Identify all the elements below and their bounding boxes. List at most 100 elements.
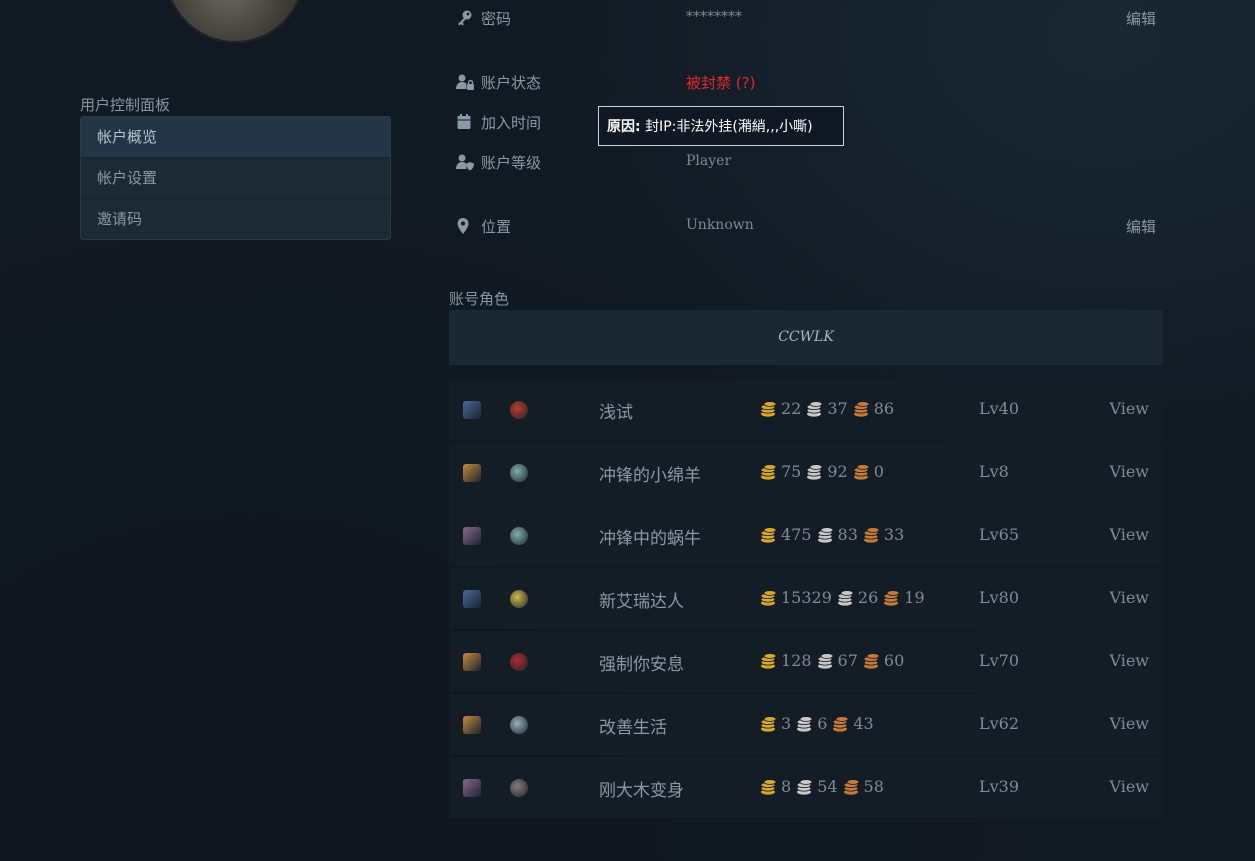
copper-coin-icon — [863, 652, 880, 669]
character-row: 新艾瑞达人 15329 26 19 Lv80 View — [449, 568, 1163, 629]
gold-coin-icon — [760, 778, 777, 795]
view-character-link[interactable]: View — [1109, 588, 1149, 607]
silver-amount: 26 — [857, 588, 879, 607]
character-name: 新艾瑞达人 — [599, 592, 684, 612]
character-name: 改善生活 — [599, 718, 667, 738]
class-icon — [510, 401, 528, 419]
character-level: Lv8 — [979, 462, 1009, 481]
realm-header: CCWLK — [449, 310, 1163, 365]
gold-amount: 128 — [781, 651, 812, 670]
sidebar-item-invite-code[interactable]: 邀请码 — [81, 198, 390, 239]
account-status-value[interactable]: 被封禁 (?) — [686, 72, 755, 93]
silver-coin-icon — [817, 526, 833, 543]
character-row: 改善生活 3 6 43 Lv62 View — [449, 694, 1163, 755]
location-value: Unknown — [686, 217, 754, 233]
character-level: Lv40 — [979, 399, 1020, 418]
gold-coin-icon — [760, 526, 777, 543]
silver-amount: 54 — [817, 777, 838, 796]
control-panel-title: 用户控制面板 — [80, 96, 171, 114]
copper-amount: 43 — [853, 714, 874, 733]
gold-amount: 22 — [781, 399, 802, 418]
gold-coin-icon — [760, 589, 777, 606]
race-icon — [463, 653, 481, 671]
copper-coin-icon — [853, 400, 870, 417]
class-icon — [510, 464, 528, 482]
edit-location-link[interactable]: 编辑 — [1126, 216, 1156, 237]
password-label: 密码 — [481, 10, 512, 28]
view-character-link[interactable]: View — [1109, 777, 1149, 796]
race-icon — [463, 401, 481, 419]
race-icon — [463, 716, 481, 734]
gold-amount: 75 — [781, 462, 802, 481]
edit-password-link[interactable]: 编辑 — [1126, 8, 1156, 29]
view-character-link[interactable]: View — [1109, 525, 1149, 544]
location-pin-icon — [457, 218, 469, 234]
account-level-label: 账户等级 — [481, 154, 542, 172]
copper-amount: 33 — [883, 525, 905, 544]
view-character-link[interactable]: View — [1109, 399, 1149, 418]
character-money: 15329 26 19 — [759, 588, 929, 607]
class-icon — [510, 779, 528, 797]
character-money: 8 54 58 — [759, 777, 888, 796]
characters-title: 账号角色 — [449, 290, 510, 308]
view-character-link[interactable]: View — [1109, 462, 1149, 481]
character-level: Lv70 — [979, 651, 1020, 670]
character-name: 刚大木变身 — [599, 781, 684, 801]
ban-reason-prefix: 原因: — [607, 119, 641, 135]
silver-amount: 92 — [827, 462, 848, 481]
silver-coin-icon — [806, 400, 823, 417]
password-value: ******** — [686, 9, 742, 25]
copper-coin-icon — [843, 778, 859, 795]
view-character-link[interactable]: View — [1109, 714, 1149, 733]
user-shield-icon — [456, 154, 474, 171]
view-character-link[interactable]: View — [1109, 651, 1149, 670]
character-money: 75 92 0 — [759, 462, 888, 481]
gold-amount: 3 — [781, 714, 792, 733]
ban-reason-text: 封IP:非法外挂(潲綃,,,小嘶) — [645, 119, 813, 135]
character-money: 128 67 60 — [759, 651, 908, 670]
calendar-icon — [457, 114, 471, 129]
key-icon — [458, 10, 472, 26]
sidebar-item-account-settings[interactable]: 帐户设置 — [81, 157, 390, 198]
copper-amount: 86 — [873, 399, 895, 418]
silver-coin-icon — [806, 463, 823, 480]
location-row: 位置 Unknown 编辑 — [456, 214, 1156, 238]
ban-reason-tooltip: 原因: 封IP:非法外挂(潲綃,,,小嘶) — [598, 106, 844, 146]
gold-coin-icon — [760, 400, 777, 417]
user-lock-icon — [456, 74, 474, 90]
sidebar-item-account-overview[interactable]: 帐户概览 — [81, 117, 390, 157]
user-avatar — [165, 0, 305, 43]
character-money: 22 37 86 — [759, 399, 898, 418]
class-icon — [510, 590, 528, 608]
copper-coin-icon — [832, 715, 849, 732]
character-row: 强制你安息 128 67 60 Lv70 View — [449, 631, 1163, 692]
silver-coin-icon — [817, 652, 833, 669]
copper-coin-icon — [863, 526, 880, 543]
join-date-label: 加入时间 — [481, 114, 542, 132]
race-icon — [463, 590, 481, 608]
silver-coin-icon — [796, 715, 813, 732]
character-name: 强制你安息 — [599, 655, 684, 675]
character-row: 刚大木变身 8 54 58 Lv39 View — [449, 757, 1163, 818]
gold-coin-icon — [760, 715, 777, 732]
silver-coin-icon — [796, 778, 813, 795]
character-row: 冲锋的小绵羊 75 92 0 Lv8 View — [449, 442, 1163, 503]
race-icon — [463, 464, 481, 482]
copper-coin-icon — [853, 463, 870, 480]
copper-amount: 19 — [904, 588, 925, 607]
character-name: 冲锋的小绵羊 — [599, 466, 701, 486]
class-icon — [510, 716, 528, 734]
class-icon — [510, 527, 528, 545]
character-row: 冲锋中的蜗牛 475 83 33 Lv65 View — [449, 505, 1163, 566]
race-icon — [463, 527, 481, 545]
gold-amount: 8 — [781, 777, 792, 796]
character-level: Lv39 — [979, 777, 1020, 796]
character-money: 3 6 43 — [759, 714, 878, 733]
character-name: 冲锋中的蜗牛 — [599, 529, 701, 549]
silver-amount: 37 — [827, 399, 848, 418]
copper-amount: 60 — [883, 651, 905, 670]
character-level: Lv80 — [979, 588, 1020, 607]
copper-amount: 0 — [873, 462, 884, 481]
silver-amount: 6 — [817, 714, 828, 733]
silver-coin-icon — [837, 589, 854, 606]
